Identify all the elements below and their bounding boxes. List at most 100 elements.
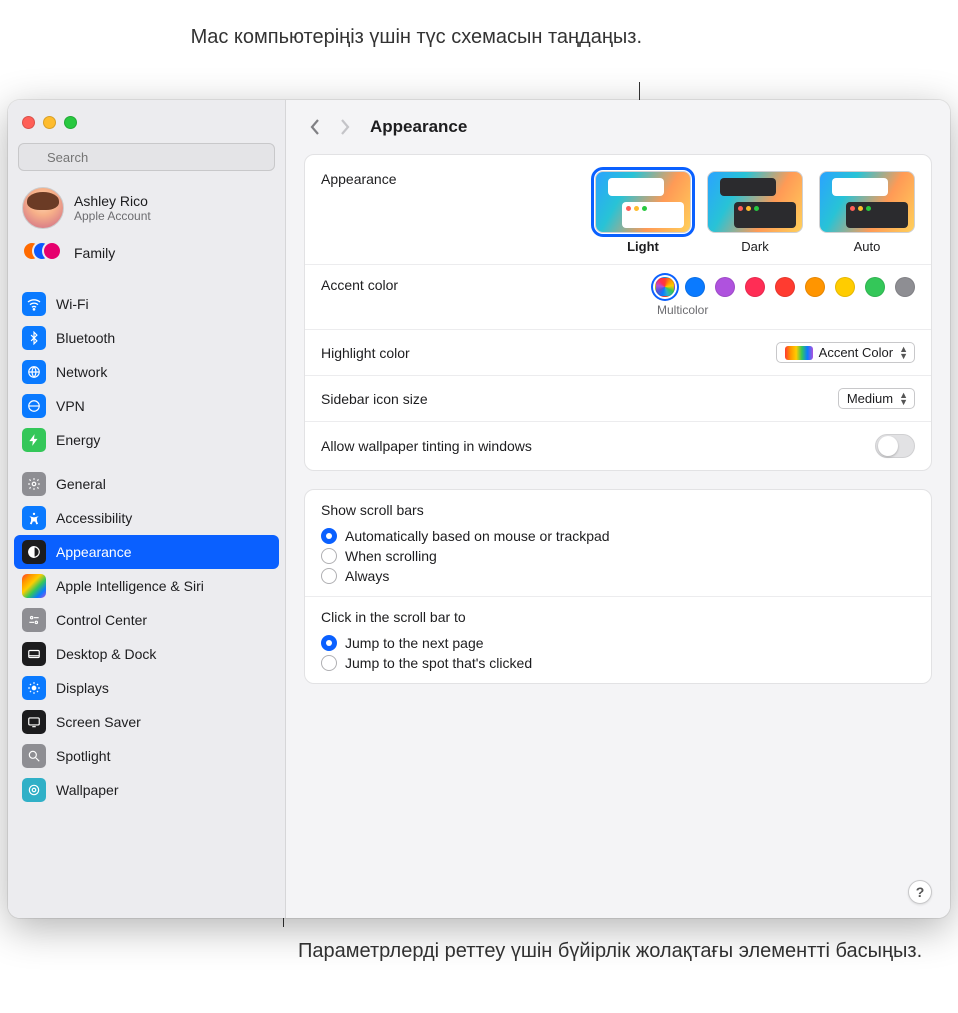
family-row[interactable]: Family (8, 235, 285, 275)
forward-button[interactable] (334, 114, 356, 140)
scrollbars-option-auto[interactable]: Automatically based on mouse or trackpad (321, 528, 915, 544)
minimize-button[interactable] (43, 116, 56, 129)
accent-orange[interactable] (805, 277, 825, 297)
sidebar-item-label: VPN (56, 398, 85, 414)
sidebar-list: Wi-Fi Bluetooth Network VPN (8, 285, 285, 809)
close-button[interactable] (22, 116, 35, 129)
sidebar-item-label: Screen Saver (56, 714, 141, 730)
energy-icon (22, 428, 46, 452)
accent-pink[interactable] (745, 277, 765, 297)
tinting-label: Allow wallpaper tinting in windows (321, 438, 532, 454)
gradient-icon (785, 346, 813, 360)
avatar (22, 187, 64, 229)
page-title: Appearance (370, 117, 467, 137)
back-button[interactable] (304, 114, 326, 140)
click-option-next-page[interactable]: Jump to the next page (321, 635, 915, 651)
section-click-scrollbar: Click in the scroll bar to Jump to the n… (305, 597, 931, 683)
highlight-value: Accent Color (819, 345, 893, 360)
radio-icon (321, 655, 337, 671)
accent-graphite[interactable] (895, 277, 915, 297)
sidebar-item-ai-siri[interactable]: Apple Intelligence & Siri (14, 569, 279, 603)
appearance-label: Appearance (321, 171, 397, 187)
appearance-light-label: Light (595, 239, 691, 254)
sidebar-item-spotlight[interactable]: Spotlight (14, 739, 279, 773)
search-wrap (8, 139, 285, 181)
callout-top: Mac компьютеріңіз үшін түс схемасын таңд… (191, 24, 642, 51)
help-button[interactable]: ? (908, 880, 932, 904)
radio-label: Jump to the spot that's clicked (345, 655, 532, 671)
row-appearance-mode: Appearance Light (305, 155, 931, 265)
radio-label: Jump to the next page (345, 635, 484, 651)
bluetooth-icon (22, 326, 46, 350)
radio-icon (321, 528, 337, 544)
accent-red[interactable] (775, 277, 795, 297)
sidebar-item-label: Desktop & Dock (56, 646, 156, 662)
appearance-option-light[interactable]: Light (595, 171, 691, 254)
sidebar-item-screen-saver[interactable]: Screen Saver (14, 705, 279, 739)
content-scroll: Appearance Light (286, 154, 950, 918)
appearance-auto-label: Auto (819, 239, 915, 254)
sidebar-item-appearance[interactable]: Appearance (14, 535, 279, 569)
sidebar-item-label: Wallpaper (56, 782, 119, 798)
updown-icon: ▲▼ (899, 346, 908, 360)
sidebar-icon-popup[interactable]: Medium ▲▼ (838, 388, 915, 409)
accent-green[interactable] (865, 277, 885, 297)
sidebar-item-label: Displays (56, 680, 109, 696)
show-scrollbars-title: Show scroll bars (321, 502, 915, 518)
accent-yellow[interactable] (835, 277, 855, 297)
sidebar-item-control-center[interactable]: Control Center (14, 603, 279, 637)
sidebar-item-wifi[interactable]: Wi-Fi (14, 287, 279, 321)
appearance-option-auto[interactable]: Auto (819, 171, 915, 254)
sidebar-item-displays[interactable]: Displays (14, 671, 279, 705)
wifi-icon (22, 292, 46, 316)
panel-appearance: Appearance Light (304, 154, 932, 471)
row-sidebar-icon-size: Sidebar icon size Medium ▲▼ (305, 376, 931, 422)
control-center-icon (22, 608, 46, 632)
main-content: Appearance Appearance Light (286, 100, 950, 918)
radio-label: When scrolling (345, 548, 437, 564)
radio-label: Always (345, 568, 389, 584)
sidebar-item-label: Energy (56, 432, 100, 448)
sidebar-item-vpn[interactable]: VPN (14, 389, 279, 423)
sidebar-icon-label: Sidebar icon size (321, 391, 428, 407)
radio-icon (321, 548, 337, 564)
account-name: Ashley Rico (74, 193, 151, 209)
displays-icon (22, 676, 46, 700)
accent-multicolor[interactable] (655, 277, 675, 297)
row-wallpaper-tinting: Allow wallpaper tinting in windows (305, 422, 931, 470)
tinting-switch[interactable] (875, 434, 915, 458)
highlight-popup[interactable]: Accent Color ▲▼ (776, 342, 915, 363)
accent-blue[interactable] (685, 277, 705, 297)
sidebar-icon-value: Medium (847, 391, 893, 406)
dock-icon (22, 642, 46, 666)
sidebar-item-label: Network (56, 364, 107, 380)
sidebar-item-network[interactable]: Network (14, 355, 279, 389)
radio-icon (321, 568, 337, 584)
scrollbars-option-scrolling[interactable]: When scrolling (321, 548, 915, 564)
accent-purple[interactable] (715, 277, 735, 297)
sidebar-item-general[interactable]: General (14, 467, 279, 501)
sidebar-item-bluetooth[interactable]: Bluetooth (14, 321, 279, 355)
family-icon (22, 241, 64, 265)
search-input[interactable] (18, 143, 275, 171)
sidebar-item-desktop-dock[interactable]: Desktop & Dock (14, 637, 279, 671)
apple-account-row[interactable]: Ashley Rico Apple Account (8, 181, 285, 235)
gear-icon (22, 472, 46, 496)
sidebar-item-label: Bluetooth (56, 330, 115, 346)
sidebar-item-wallpaper[interactable]: Wallpaper (14, 773, 279, 807)
sidebar-item-accessibility[interactable]: Accessibility (14, 501, 279, 535)
appearance-icon (22, 540, 46, 564)
fullscreen-button[interactable] (64, 116, 77, 129)
sidebar-item-label: Control Center (56, 612, 147, 628)
sidebar-item-label: Accessibility (56, 510, 132, 526)
sidebar-item-label: Appearance (56, 544, 132, 560)
click-option-spot[interactable]: Jump to the spot that's clicked (321, 655, 915, 671)
sidebar-item-energy[interactable]: Energy (14, 423, 279, 457)
appearance-option-dark[interactable]: Dark (707, 171, 803, 254)
section-show-scrollbars: Show scroll bars Automatically based on … (305, 490, 931, 597)
callout-bottom: Параметрлерді реттеу үшін бүйірлік жолақ… (298, 938, 922, 965)
sidebar: Ashley Rico Apple Account Family Wi-Fi (8, 100, 286, 918)
highlight-label: Highlight color (321, 345, 410, 361)
scrollbars-option-always[interactable]: Always (321, 568, 915, 584)
accent-label: Accent color (321, 277, 398, 293)
